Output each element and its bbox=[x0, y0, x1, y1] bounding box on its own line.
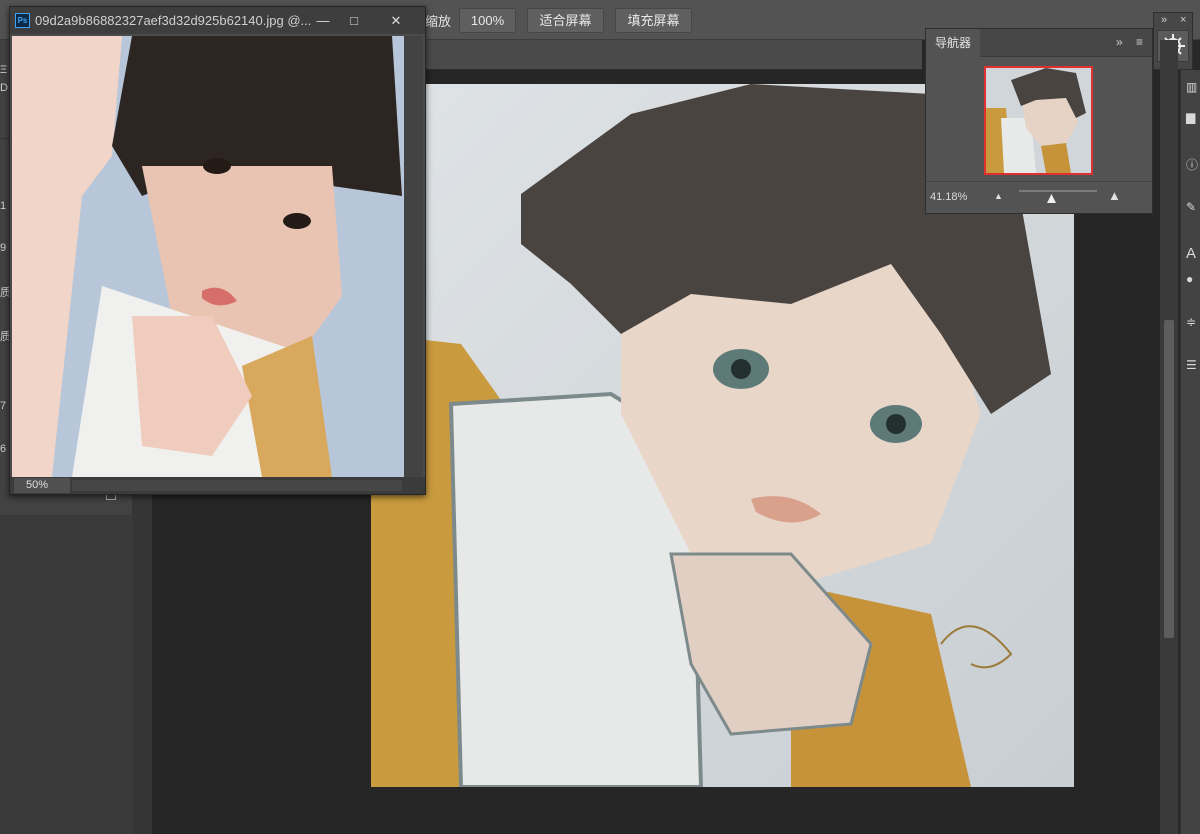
navigator-zoom-value[interactable]: 41.18% bbox=[930, 191, 967, 203]
paragraph-icon[interactable]: ● bbox=[1186, 272, 1200, 287]
tab-navigator[interactable]: 导航器 bbox=[926, 29, 980, 58]
navigator-footer: 41.18% ▲ ▲ bbox=[926, 181, 1152, 213]
fill-screen-button[interactable]: 填充屏幕 bbox=[615, 8, 692, 33]
window-title: 09d2a9b86882327aef3d32d925b62140.jpg @..… bbox=[35, 13, 310, 28]
brush-icon[interactable]: ✎ bbox=[1186, 200, 1200, 215]
reference-photo-image bbox=[12, 36, 404, 477]
minimize-button[interactable]: — bbox=[309, 10, 337, 31]
horizontal-scrollbar[interactable] bbox=[72, 480, 402, 491]
zoom-label: 缩放 bbox=[425, 14, 452, 29]
character-icon[interactable]: A bbox=[1186, 245, 1200, 262]
info-icon[interactable]: ⓘ bbox=[1186, 156, 1200, 172]
scrollbar-thumb[interactable] bbox=[1164, 320, 1174, 638]
zoom-in-icon[interactable]: ▲ bbox=[1108, 188, 1121, 203]
panel-menu-icon[interactable]: ≡ bbox=[1136, 35, 1143, 49]
levels-icon[interactable]: ▆ bbox=[1186, 110, 1200, 125]
collapse-icon[interactable]: » bbox=[1161, 14, 1167, 26]
restore-button[interactable]: □ bbox=[340, 10, 368, 31]
navigator-header: 导航器 » ≡ bbox=[926, 29, 1152, 58]
zoom-100-button[interactable]: 100% bbox=[459, 8, 516, 33]
reference-photo[interactable] bbox=[12, 36, 404, 477]
reference-image-window[interactable]: Ps 09d2a9b86882327aef3d32d925b62140.jpg … bbox=[9, 6, 426, 495]
close-button[interactable]: ✕ bbox=[382, 10, 410, 31]
zoom-out-icon[interactable]: ▲ bbox=[994, 191, 1003, 201]
photoshop-app-icon: Ps bbox=[15, 13, 30, 28]
navigator-thumbnail[interactable] bbox=[984, 66, 1093, 175]
window-titlebar[interactable]: Ps 09d2a9b86882327aef3d32d925b62140.jpg … bbox=[10, 7, 425, 34]
zoom-field[interactable]: 50% bbox=[14, 478, 70, 493]
zoom-slider[interactable] bbox=[1019, 190, 1097, 192]
collapse-icon[interactable]: » bbox=[1116, 35, 1123, 49]
status-bar: 50% bbox=[10, 477, 425, 494]
left-lower-area bbox=[0, 515, 150, 834]
zoom-slider-handle[interactable] bbox=[1047, 194, 1056, 203]
canvas-vertical-scrollbar[interactable] bbox=[1160, 40, 1178, 834]
adjustments-icon[interactable]: ≑ bbox=[1186, 315, 1200, 330]
navigator-panel: 导航器 » ≡ 41.18% ▲ ▲ bbox=[925, 28, 1153, 214]
right-icon-strip: ▥ ▆ ⓘ ✎ A ● ≑ ☰ bbox=[1180, 70, 1200, 834]
vertical-scrollbar[interactable] bbox=[404, 36, 423, 477]
navigator-thumbnail-image bbox=[986, 68, 1091, 173]
fit-screen-button[interactable]: 适合屏幕 bbox=[527, 8, 604, 33]
close-icon[interactable]: × bbox=[1180, 14, 1186, 26]
histogram-icon[interactable]: ▥ bbox=[1186, 80, 1200, 95]
properties-icon[interactable]: ☰ bbox=[1186, 358, 1200, 373]
